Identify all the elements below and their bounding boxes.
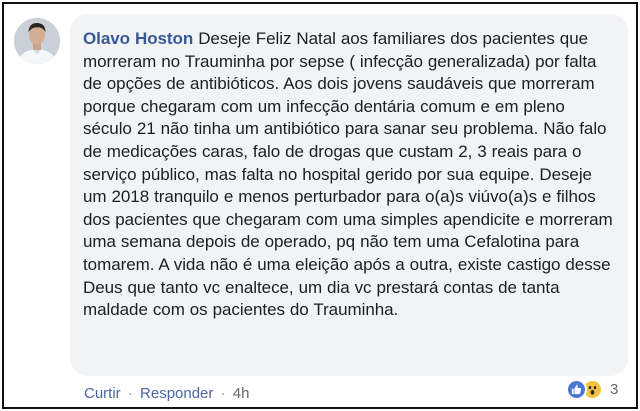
comment-screenshot: Olavo Hoston Deseje Feliz Natal aos fami… [2,2,638,409]
avatar[interactable] [14,18,60,64]
comment-actions: Curtir · Responder · 4h [84,385,249,402]
action-separator: · [127,385,133,402]
avatar-photo [14,18,60,64]
reaction-summary[interactable]: 3 [566,378,618,400]
comment-body: Olavo Hoston Deseje Feliz Natal aos fami… [83,28,614,322]
reaction-count: 3 [610,380,619,398]
comment-text: Deseje Feliz Natal aos familiares dos pa… [83,29,613,320]
action-separator: · [220,385,226,402]
comment-author[interactable]: Olavo Hoston [83,29,193,48]
comment-timestamp[interactable]: 4h [233,385,250,402]
like-button[interactable]: Curtir [84,385,121,402]
comment-bubble: Olavo Hoston Deseje Feliz Natal aos fami… [70,14,628,376]
reply-button[interactable]: Responder [140,385,213,402]
like-icon [566,378,587,400]
